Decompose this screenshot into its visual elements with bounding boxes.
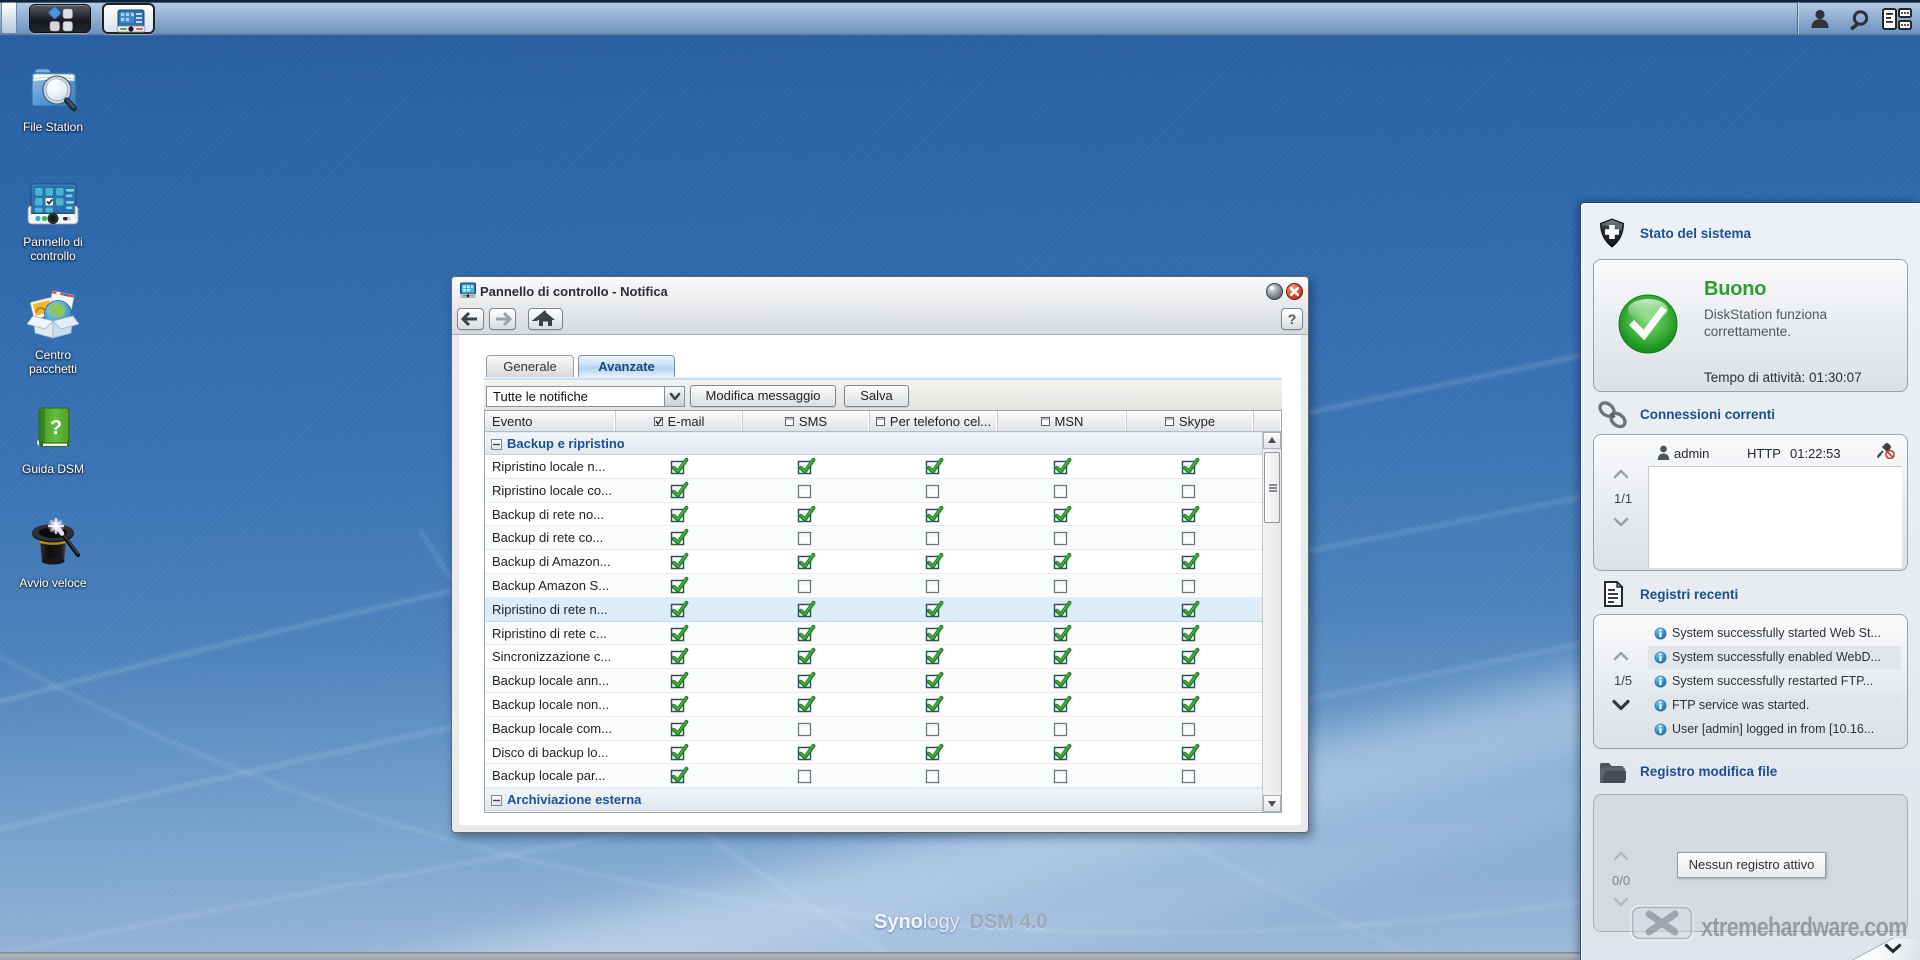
svg-text:?: ? bbox=[50, 417, 62, 439]
